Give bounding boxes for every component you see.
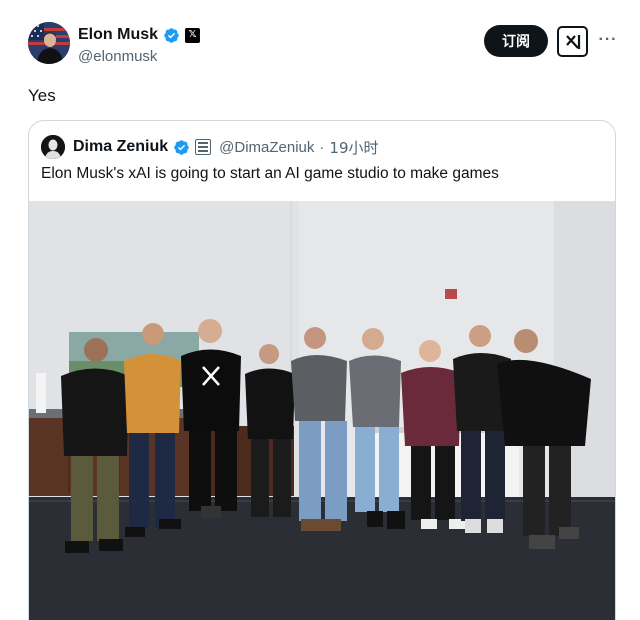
author-name[interactable]: Elon Musk: [78, 26, 158, 44]
separator-dot: ·: [319, 138, 325, 156]
quoted-post[interactable]: Dima Zeniuk @DimaZeniuk · 19小时 Elon Musk…: [28, 120, 616, 620]
verified-badge-icon: [164, 27, 179, 43]
author-avatar[interactable]: [28, 22, 70, 64]
group-photo[interactable]: [29, 201, 616, 620]
dima-avatar-photo: [41, 135, 65, 159]
grok-icon: [565, 34, 580, 49]
quoted-post-text: Elon Musk's xAI is going to start an AI …: [41, 165, 499, 182]
author-name-row: Elon Musk 𝕏: [78, 26, 201, 44]
quoted-post-header: Dima Zeniuk @DimaZeniuk · 19小时: [41, 135, 379, 159]
more-options-button[interactable]: ···: [596, 28, 620, 52]
newspaper-badge-icon: [195, 139, 212, 155]
quoted-author-name[interactable]: Dima Zeniuk: [73, 138, 168, 156]
verified-badge-icon: [174, 139, 189, 155]
subscribe-button[interactable]: 订阅: [484, 25, 548, 57]
quoted-author-avatar[interactable]: [41, 135, 65, 159]
quoted-post-time[interactable]: 19小时: [329, 137, 378, 158]
quoted-author-handle[interactable]: @DimaZeniuk: [219, 139, 314, 156]
post-text: Yes: [28, 86, 56, 105]
x-logo-badge-icon: 𝕏: [185, 27, 201, 43]
author-handle[interactable]: @elonmusk: [78, 48, 157, 65]
grok-button[interactable]: [557, 26, 588, 57]
post-header: Elon Musk 𝕏 @elonmusk 订阅 ···: [28, 22, 628, 72]
elon-avatar-photo: [28, 22, 70, 64]
